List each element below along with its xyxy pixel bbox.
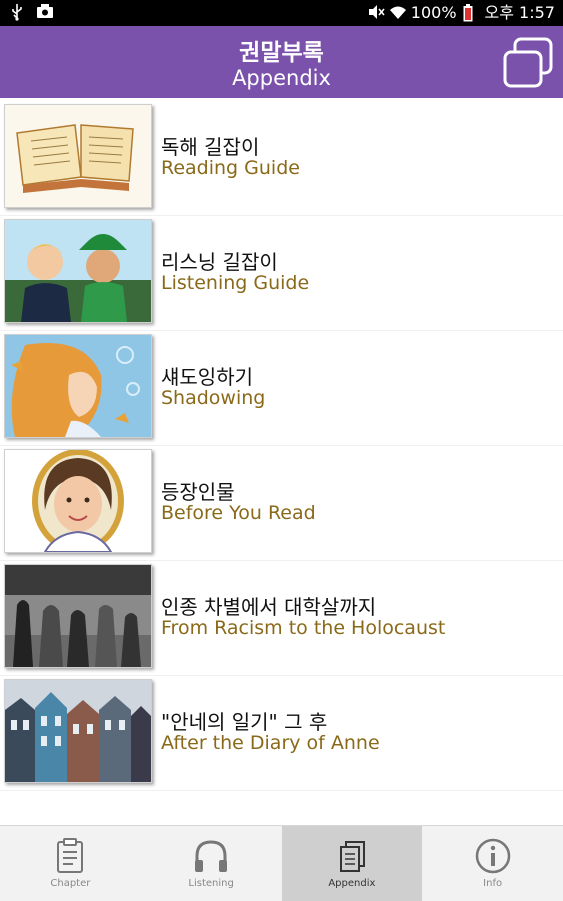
appendix-list: 독해 길잡이 Reading Guide 리스닝 길잡이 Listening G… — [0, 101, 563, 791]
item-title-english: Reading Guide — [161, 157, 300, 179]
info-icon — [475, 838, 510, 874]
clipboard-icon — [57, 838, 84, 873]
item-title-korean: 리스닝 길잡이 — [161, 250, 278, 274]
tab-label: Appendix — [328, 878, 376, 889]
item-title-english: Shadowing — [161, 387, 266, 409]
tab-info[interactable]: Info — [422, 826, 563, 901]
list-item-racism-holocaust[interactable]: 인종 차별에서 대학살까지 From Racism to the Holocau… — [0, 561, 563, 676]
item-title-english: After the Diary of Anne — [161, 732, 380, 754]
item-title-korean: 등장인물 — [161, 480, 235, 504]
mute-icon — [367, 4, 385, 22]
tab-label: Listening — [188, 878, 234, 889]
tab-chapter[interactable]: Chapter — [0, 826, 141, 901]
photo-notification-icon — [36, 3, 53, 21]
item-title-korean: "안네의 일기" 그 후 — [161, 710, 328, 734]
item-title-english: Listening Guide — [161, 272, 310, 294]
wifi-icon — [389, 4, 406, 22]
page-title-english: Appendix — [232, 66, 331, 90]
list-item-reading-guide[interactable]: 독해 길잡이 Reading Guide — [0, 101, 563, 216]
pages-button[interactable] — [501, 36, 555, 90]
pages-icon — [503, 37, 553, 88]
clock: 오후 1:57 — [484, 3, 555, 22]
list-item-after-diary[interactable]: "안네의 일기" 그 후 After the Diary of Anne — [0, 676, 563, 791]
status-bar: 100% 오후 1:57 — [0, 0, 563, 26]
page-title-korean: 권말부록 — [239, 40, 324, 66]
item-title-english: From Racism to the Holocaust — [161, 617, 446, 639]
characters-thumbnail — [4, 449, 152, 553]
tab-listening[interactable]: Listening — [141, 826, 282, 901]
headphones-icon — [195, 840, 228, 872]
pages-icon — [339, 841, 365, 872]
app-header: 권말부록 Appendix — [0, 26, 563, 98]
usb-icon — [10, 3, 26, 21]
item-title-korean: 섀도잉하기 — [161, 365, 253, 389]
item-title-english: Before You Read — [161, 502, 316, 524]
reading-guide-thumbnail — [4, 104, 152, 208]
tab-label: Info — [483, 878, 503, 889]
tab-label: Chapter — [50, 878, 91, 889]
shadowing-thumbnail — [4, 334, 152, 438]
list-item-listening-guide[interactable]: 리스닝 길잡이 Listening Guide — [0, 216, 563, 331]
listening-guide-thumbnail — [4, 219, 152, 323]
bottom-nav: Chapter Listening Appendix Info — [0, 825, 563, 901]
amsterdam-houses-thumbnail — [4, 679, 152, 783]
list-item-before-you-read[interactable]: 등장인물 Before You Read — [0, 446, 563, 561]
holocaust-photo-thumbnail — [4, 564, 152, 668]
list-item-shadowing[interactable]: 섀도잉하기 Shadowing — [0, 331, 563, 446]
battery-percent: 100% — [410, 3, 457, 22]
tab-appendix[interactable]: Appendix — [281, 826, 423, 901]
item-title-korean: 인종 차별에서 대학살까지 — [161, 595, 377, 619]
battery-icon — [463, 4, 479, 22]
item-title-korean: 독해 길잡이 — [161, 135, 260, 159]
